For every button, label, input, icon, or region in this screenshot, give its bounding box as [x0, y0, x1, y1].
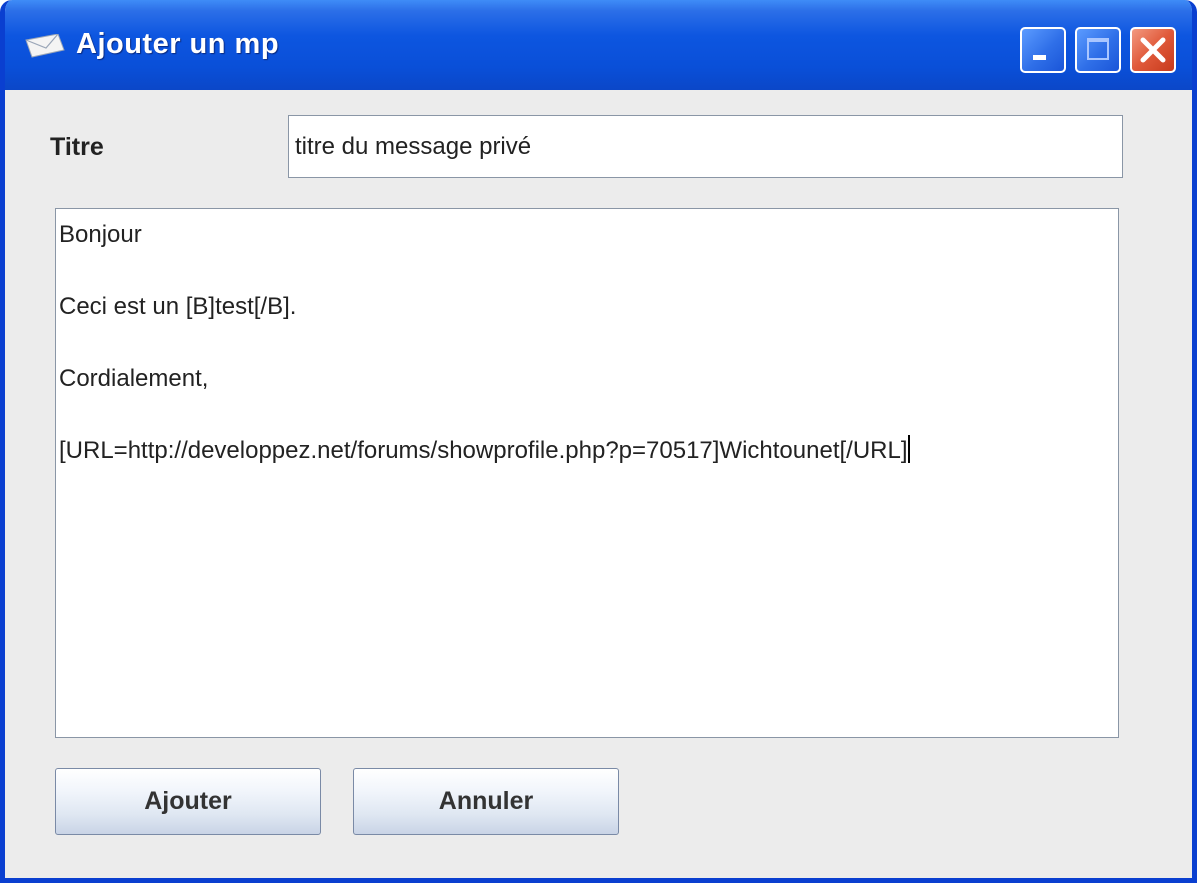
message-text: Bonjour Ceci est un [B]test[/B]. Cordial… [59, 221, 908, 464]
title-bar[interactable]: Ajouter un mp [5, 0, 1192, 90]
cancel-button[interactable]: Annuler [353, 768, 619, 835]
envelope-icon [24, 33, 66, 58]
dialog-window: Ajouter un mp Titre Bonjour Ceci est un … [0, 0, 1197, 883]
window-title: Ajouter un mp [76, 28, 280, 60]
maximize-button[interactable] [1075, 27, 1121, 73]
minimize-button[interactable] [1020, 27, 1066, 73]
text-caret [907, 435, 910, 463]
close-button[interactable] [1130, 27, 1176, 73]
minimize-icon [1033, 55, 1046, 60]
maximize-icon [1087, 38, 1109, 60]
message-textarea[interactable]: Bonjour Ceci est un [B]test[/B]. Cordial… [55, 208, 1119, 738]
add-button[interactable]: Ajouter [55, 768, 321, 835]
close-icon [1140, 37, 1166, 63]
title-input[interactable] [288, 115, 1123, 178]
title-label: Titre [50, 133, 104, 161]
